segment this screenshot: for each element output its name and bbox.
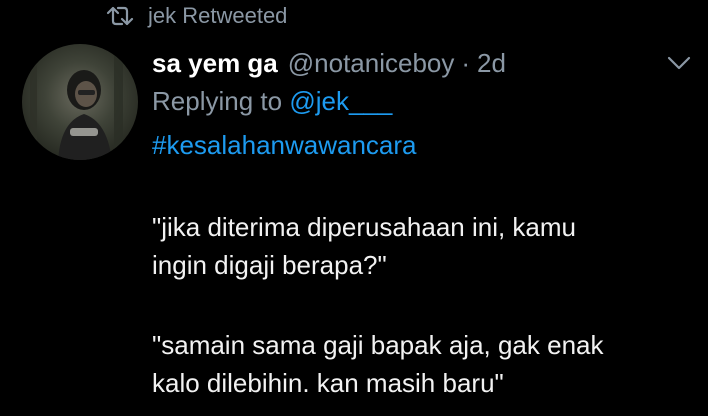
retweet-icon <box>106 4 134 28</box>
replying-to: Replying to @jek___ <box>152 86 392 117</box>
tweet-menu-button[interactable] <box>664 48 694 78</box>
chevron-down-icon <box>667 56 691 70</box>
timestamp[interactable]: 2d <box>477 48 506 79</box>
tweet-paragraph-2: "samain sama gaji bapak aja, gak enak ka… <box>152 326 604 402</box>
replying-prefix: Replying to <box>152 86 283 116</box>
replying-handle-link[interactable]: @jek___ <box>289 86 392 116</box>
separator-dot: · <box>461 47 471 78</box>
tweet-header: sa yem ga @notaniceboy · 2d <box>152 44 506 82</box>
retweet-indicator: jek Retweeted <box>106 2 287 30</box>
tweet[interactable]: jek Retweeted sa yem ga @notaniceboy · 2… <box>0 0 708 416</box>
tweet-text-line: kalo dilebihin. kan masih baru" <box>152 368 504 398</box>
user-handle[interactable]: @notaniceboy <box>288 48 455 79</box>
avatar[interactable] <box>22 44 138 160</box>
tweet-text-line: "jika diterima diperusahaan ini, kamu <box>152 212 576 242</box>
retweet-label: jek Retweeted <box>148 3 288 28</box>
tweet-paragraph-1: "jika diterima diperusahaan ini, kamu in… <box>152 208 576 284</box>
tweet-text-line: "samain sama gaji bapak aja, gak enak <box>152 330 604 360</box>
hashtag-link[interactable]: #kesalahanwawancara <box>152 130 417 161</box>
tweet-text-line: ingin digaji berapa?" <box>152 250 387 280</box>
display-name[interactable]: sa yem ga <box>152 48 278 79</box>
